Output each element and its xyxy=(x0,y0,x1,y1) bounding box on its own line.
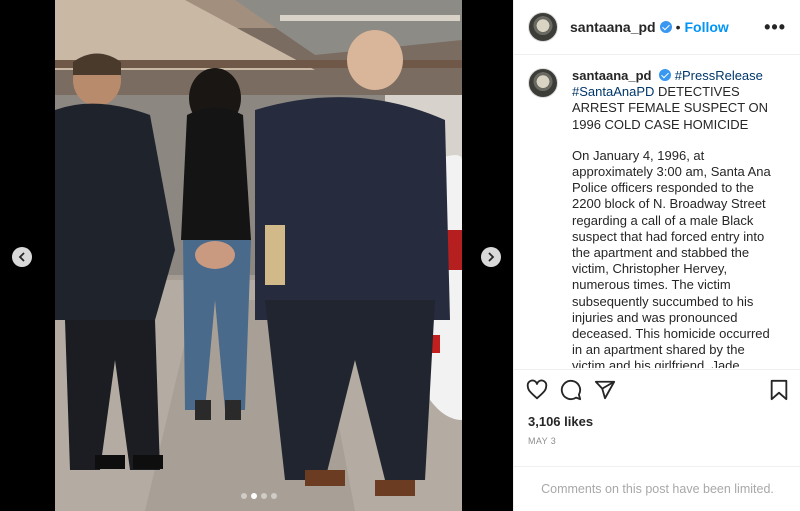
post-date[interactable]: MAY 3 xyxy=(528,436,556,446)
post-header: santaana_pd • Follow ••• xyxy=(514,0,800,55)
caption-body: On January 4, 1996, at approximately 3:0… xyxy=(572,147,771,368)
chevron-left-icon xyxy=(18,252,25,262)
caption-text: santaana_pd #PressRelease #SantaAnaPD DE… xyxy=(572,68,777,368)
chevron-right-icon xyxy=(488,252,495,262)
post-details-panel: santaana_pd • Follow ••• santaana_pd #Pr… xyxy=(513,0,800,511)
avatar[interactable] xyxy=(528,68,558,98)
caption-area: santaana_pd #PressRelease #SantaAnaPD DE… xyxy=(514,56,800,368)
like-count[interactable]: 3,106 likes xyxy=(528,414,593,429)
carousel-dot-active xyxy=(251,493,257,499)
hashtag-link[interactable]: #PressRelease xyxy=(675,68,763,83)
verified-badge-icon xyxy=(659,69,672,81)
carousel-dot xyxy=(241,493,247,499)
follow-button[interactable]: Follow xyxy=(685,19,729,35)
share-button[interactable] xyxy=(594,379,616,401)
post-media xyxy=(0,0,513,511)
comment-icon xyxy=(560,379,582,400)
heart-icon xyxy=(526,379,548,399)
carousel-next-button[interactable] xyxy=(481,247,501,267)
carousel-dot xyxy=(261,493,267,499)
separator-dot: • xyxy=(675,19,681,35)
carousel-indicator xyxy=(241,493,277,499)
save-button[interactable] xyxy=(769,379,789,401)
avatar[interactable] xyxy=(528,12,558,42)
like-button[interactable] xyxy=(526,379,548,401)
caption-username-link[interactable]: santaana_pd xyxy=(572,68,651,83)
post-actions xyxy=(514,369,800,409)
bookmark-icon xyxy=(770,379,788,400)
carousel-prev-button[interactable] xyxy=(12,247,32,267)
share-icon xyxy=(594,380,616,399)
hashtag-link[interactable]: #SantaAnaPD xyxy=(572,84,654,99)
more-options-icon[interactable]: ••• xyxy=(764,17,786,38)
post-photo xyxy=(55,0,462,511)
verified-badge-icon xyxy=(659,21,672,33)
carousel-dot xyxy=(271,493,277,499)
comments-limited-notice: Comments on this post have been limited. xyxy=(514,466,800,511)
username-link[interactable]: santaana_pd xyxy=(570,19,656,35)
comment-button[interactable] xyxy=(560,379,582,401)
